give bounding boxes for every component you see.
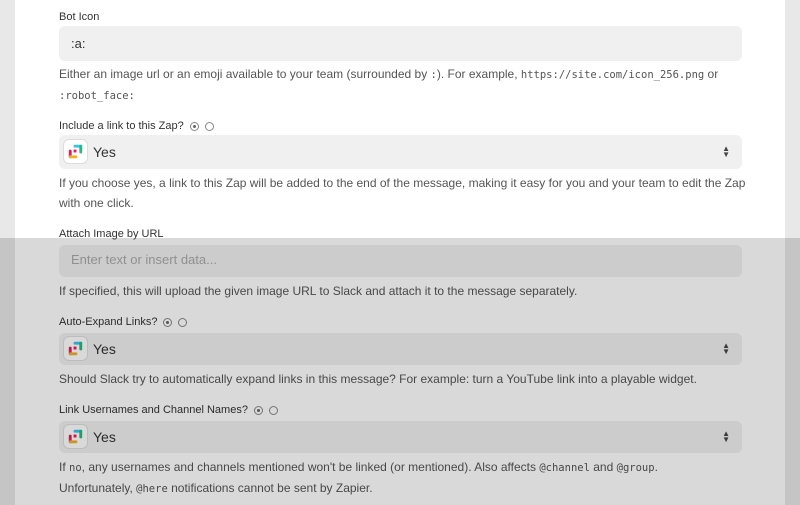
link-names-select[interactable]: Yes ▲ ▼ (59, 421, 742, 453)
auto-expand-label: Auto-Expand Links? (59, 316, 188, 328)
bot-icon-input[interactable]: :a: (59, 26, 742, 61)
radio-on-icon[interactable] (253, 405, 263, 415)
bot-icon-label: Bot Icon (59, 11, 100, 23)
attach-image-help: If specified, this will upload the given… (59, 284, 578, 298)
auto-expand-value: Yes (93, 341, 116, 357)
include-link-select[interactable]: Yes ▲ ▼ (59, 135, 742, 169)
bot-icon-value: :a: (71, 36, 86, 51)
updown-arrows-icon: ▲ ▼ (722, 429, 730, 444)
attach-image-input[interactable]: Enter text or insert data... (59, 245, 742, 277)
radio-off-icon[interactable] (268, 405, 278, 415)
radio-on-icon[interactable] (189, 121, 199, 131)
include-link-value: Yes (93, 144, 116, 160)
radio-off-icon[interactable] (178, 317, 188, 327)
attach-image-placeholder: Enter text or insert data... (71, 252, 217, 267)
link-names-value: Yes (93, 429, 116, 445)
radio-off-icon[interactable] (204, 121, 214, 131)
slack-icon (64, 425, 87, 448)
auto-expand-help: Should Slack try to automatically expand… (59, 372, 697, 386)
slack-icon (64, 337, 87, 360)
include-link-help: If you choose yes, a link to this Zap wi… (59, 176, 746, 210)
bot-icon-help: Either an image url or an emoji availabl… (59, 67, 719, 102)
attach-image-label: Attach Image by URL (59, 228, 164, 240)
link-names-help: If no, any usernames and channels mentio… (59, 460, 658, 495)
include-link-label: Include a link to this Zap? (59, 120, 214, 132)
auto-expand-select[interactable]: Yes ▲ ▼ (59, 333, 742, 365)
radio-on-icon[interactable] (163, 317, 173, 327)
updown-arrows-icon: ▲ ▼ (722, 341, 730, 356)
slack-icon (64, 140, 87, 163)
link-names-label: Link Usernames and Channel Names? (59, 404, 278, 416)
updown-arrows-icon: ▲ ▼ (722, 144, 730, 159)
